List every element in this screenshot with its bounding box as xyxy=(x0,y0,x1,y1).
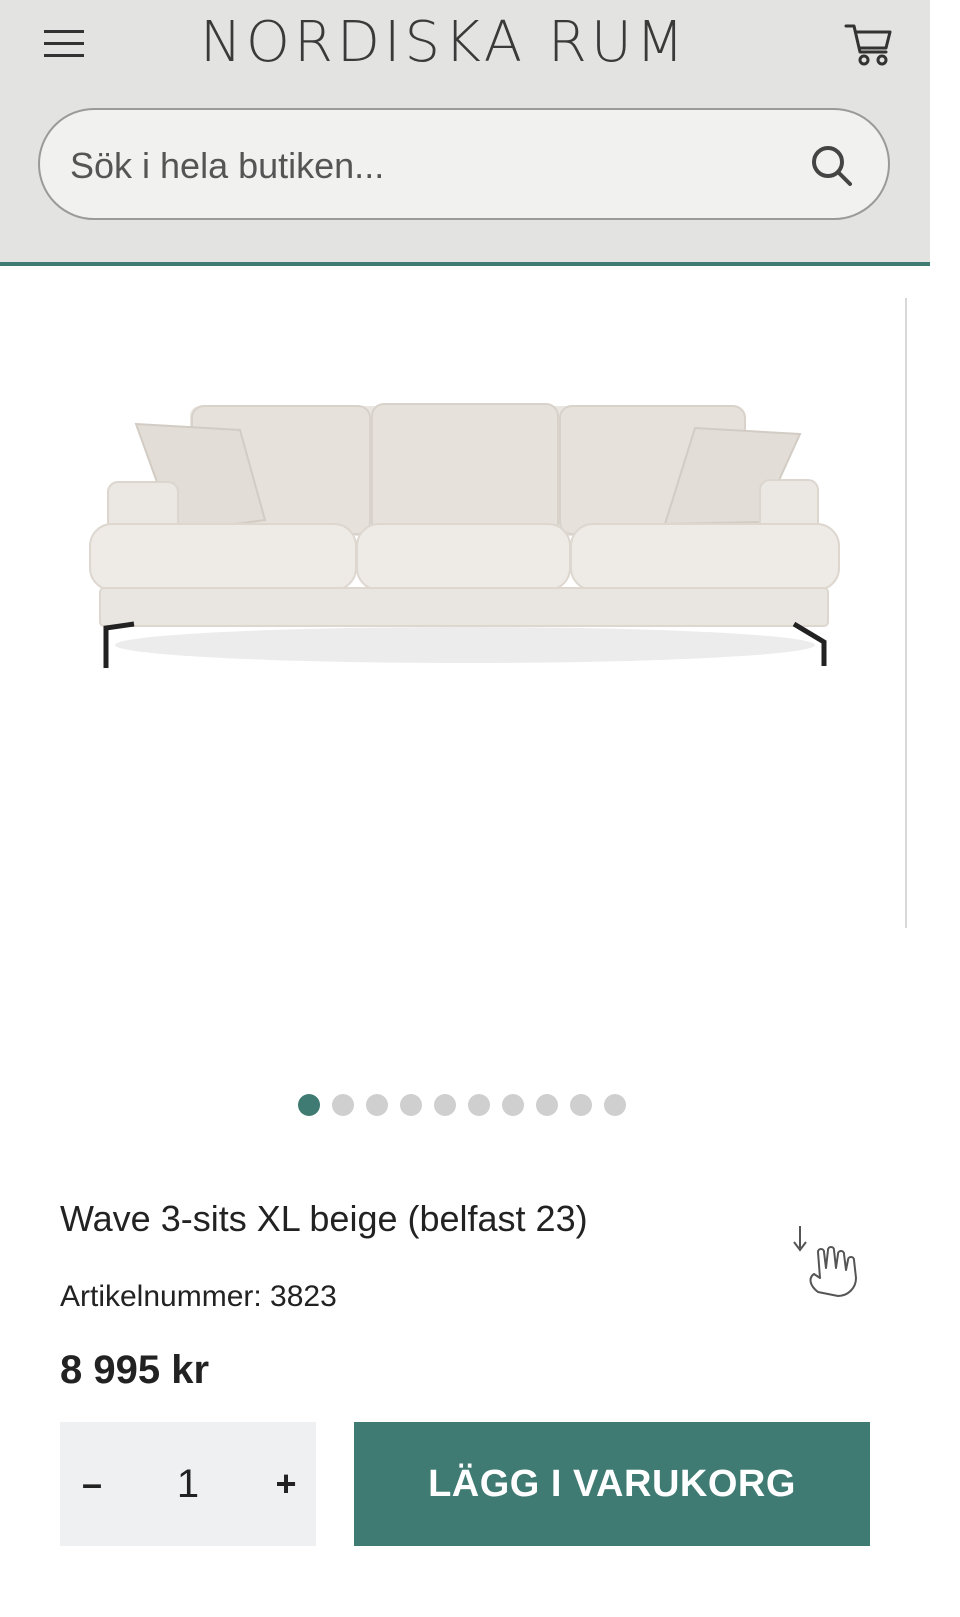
article-number-label: Artikelnummer: xyxy=(60,1280,271,1313)
quantity-increase-button[interactable]: + xyxy=(256,1422,316,1546)
gallery-dot[interactable] xyxy=(400,1094,422,1116)
quantity-value[interactable]: 1 xyxy=(130,1422,246,1546)
scroll-hand-pointer-icon xyxy=(790,1222,870,1302)
store-logo[interactable]: NORDISKA RUM xyxy=(200,8,740,78)
sofa-product-image[interactable] xyxy=(80,390,850,690)
search-input[interactable] xyxy=(68,130,772,202)
gallery-pagination xyxy=(298,1094,626,1118)
gallery-dot[interactable] xyxy=(366,1094,388,1116)
gallery-dot[interactable] xyxy=(434,1094,456,1116)
product-title: Wave 3-sits XL beige (belfast 23) xyxy=(60,1198,588,1239)
cart-icon[interactable] xyxy=(842,20,894,68)
search-icon[interactable] xyxy=(808,142,854,188)
gallery-next-image-edge xyxy=(905,298,907,928)
gallery-dot[interactable] xyxy=(536,1094,558,1116)
gallery-dot[interactable] xyxy=(298,1094,320,1116)
gallery-dot[interactable] xyxy=(502,1094,524,1116)
gallery-dot[interactable] xyxy=(570,1094,592,1116)
gallery-dot[interactable] xyxy=(468,1094,490,1116)
gallery-dot[interactable] xyxy=(332,1094,354,1116)
product-price: 8 995 kr xyxy=(60,1348,210,1392)
gallery-dot[interactable] xyxy=(604,1094,626,1116)
add-to-cart-button[interactable]: LÄGG I VARUKORG xyxy=(354,1422,870,1546)
site-header: NORDISKA RUM xyxy=(0,0,930,266)
article-number-value: 3823 xyxy=(270,1280,337,1313)
quantity-stepper: – 1 + xyxy=(60,1422,316,1546)
article-number: Artikelnummer: 3823 xyxy=(60,1280,337,1314)
quantity-decrease-button[interactable]: – xyxy=(62,1422,122,1546)
search-bar[interactable] xyxy=(38,108,890,220)
hamburger-menu-icon[interactable] xyxy=(40,26,88,62)
